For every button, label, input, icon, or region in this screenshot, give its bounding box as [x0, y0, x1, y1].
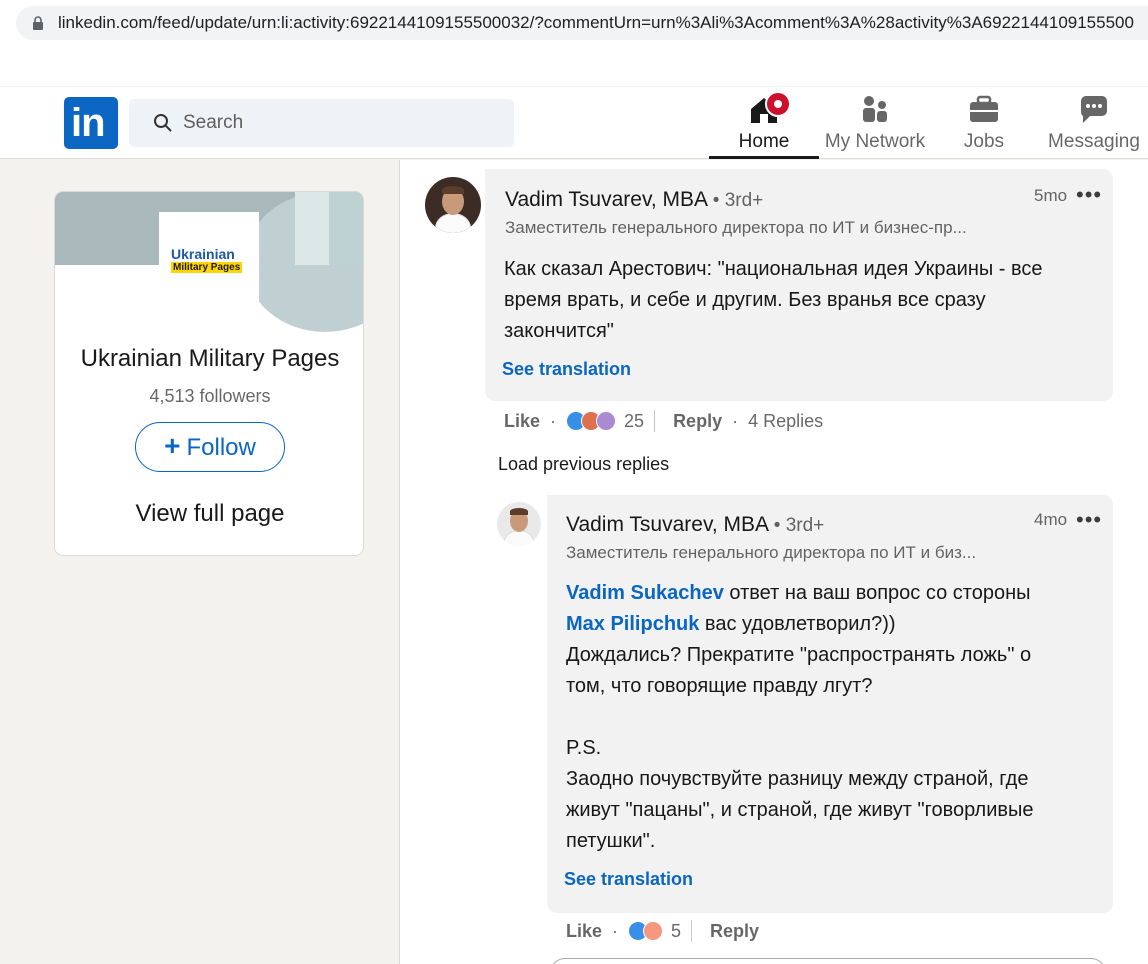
nav-my-network[interactable]: My Network: [820, 93, 930, 159]
nav-home[interactable]: Home: [709, 91, 819, 159]
load-previous-replies-button[interactable]: Load previous replies: [498, 454, 669, 475]
search-bar[interactable]: [129, 99, 514, 147]
nav-messaging-label: Messaging: [1048, 131, 1140, 152]
avatar[interactable]: [497, 502, 541, 546]
nav-messaging[interactable]: Messaging: [1040, 93, 1148, 159]
comment-timestamp: 4mo: [1034, 510, 1068, 529]
nav-jobs-label: Jobs: [963, 131, 1005, 152]
reaction-count[interactable]: 5: [671, 921, 681, 942]
comment-actions: Like · 25 Reply · 4 Replies: [504, 410, 824, 432]
briefcase-icon: [967, 93, 1001, 127]
author-headline: Заместитель генерального директора по ИТ…: [566, 543, 977, 562]
browser-toolbar: linkedin.com/feed/update/urn:li:activity…: [0, 0, 1148, 86]
reply-button[interactable]: Reply: [710, 921, 759, 942]
more-options-icon[interactable]: •••: [1076, 509, 1102, 531]
mention-link[interactable]: Max Pilipchuk: [566, 613, 699, 635]
reply-actions: Like · 5 Reply: [566, 920, 760, 942]
nav-my-network-label: My Network: [824, 131, 926, 152]
love-reaction-icon: [643, 921, 664, 941]
comment-author[interactable]: Vadim Tsuvarev, MBA • 3rd+: [505, 188, 763, 212]
reply-text: Vadim Sukachev ответ на ваш вопрос со ст…: [566, 582, 1034, 852]
nav-home-label: Home: [738, 131, 790, 152]
nav-jobs[interactable]: Jobs: [940, 93, 1028, 159]
mention-link[interactable]: Vadim Sukachev: [566, 582, 724, 604]
linkedin-logo[interactable]: in: [64, 97, 118, 149]
messaging-icon: [1077, 93, 1111, 127]
comment-author[interactable]: Vadim Tsuvarev, MBA • 3rd+: [566, 513, 824, 537]
org-card: Ukrainian Military Pages Ukrainian Milit…: [54, 191, 364, 556]
search-input[interactable]: [183, 107, 483, 139]
home-icon: [747, 91, 791, 127]
org-logo[interactable]: Ukrainian Military Pages: [159, 212, 259, 312]
reply-input[interactable]: [550, 958, 1106, 964]
follow-button[interactable]: + Follow: [135, 422, 285, 472]
comment-timestamp: 5mo: [1034, 186, 1068, 205]
like-button[interactable]: Like: [566, 921, 602, 942]
search-icon: [154, 114, 172, 132]
plus-icon: +: [164, 430, 181, 461]
org-name[interactable]: Ukrainian Military Pages: [55, 345, 363, 373]
url-text[interactable]: linkedin.com/feed/update/urn:li:activity…: [58, 13, 1134, 33]
divider: [691, 920, 693, 942]
reactions-summary[interactable]: [628, 921, 664, 941]
more-options-icon[interactable]: •••: [1076, 184, 1102, 206]
see-translation-link[interactable]: See translation: [564, 869, 693, 890]
divider: [654, 410, 656, 432]
top-nav: in Home My Network: [0, 87, 1148, 159]
avatar[interactable]: [425, 177, 481, 233]
comment-text: Как сказал Арестович: "национальная идея…: [504, 258, 1043, 342]
author-headline: Заместитель генерального директора по ИТ…: [505, 218, 967, 237]
lock-icon: [33, 16, 43, 30]
like-button[interactable]: Like: [504, 411, 540, 432]
bookmarks-bar: [0, 44, 1148, 86]
reactions-summary[interactable]: [566, 411, 617, 431]
insightful-reaction-icon: [596, 411, 617, 431]
org-followers: 4,513 followers: [149, 386, 271, 406]
network-icon: [858, 93, 892, 127]
see-translation-link[interactable]: See translation: [502, 359, 631, 380]
view-full-page-link[interactable]: View full page: [55, 500, 363, 528]
reaction-count[interactable]: 25: [624, 411, 644, 432]
reply-button[interactable]: Reply: [673, 411, 722, 432]
notification-badge: [765, 91, 791, 117]
replies-count[interactable]: 4 Replies: [748, 411, 823, 432]
